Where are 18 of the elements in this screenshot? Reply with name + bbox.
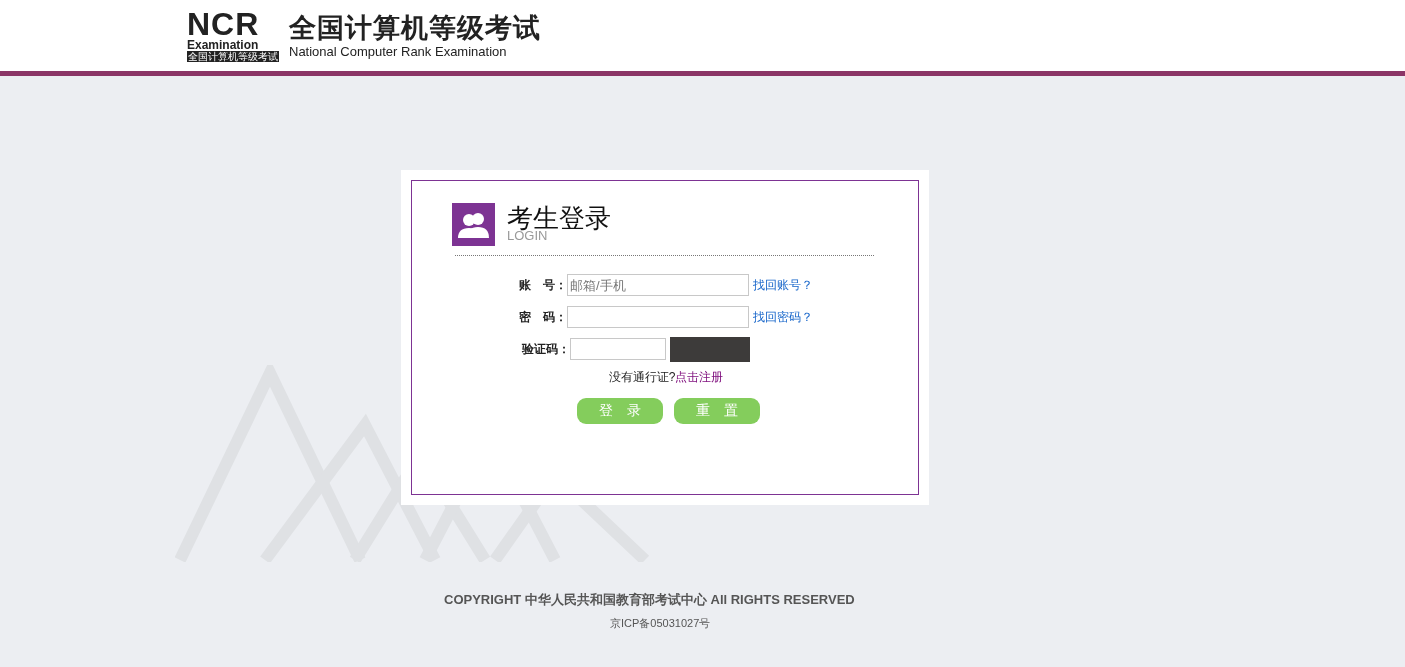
field-label: 账 号： [518,276,567,294]
field-label: 密 码： [518,308,567,326]
password-field[interactable] [567,306,749,328]
captcha-field[interactable] [570,338,666,360]
register-link[interactable]: 点击注册 [675,370,724,384]
captcha-image[interactable] [670,336,750,362]
recover-link[interactable]: 找回账号？ [753,276,813,294]
users-icon [452,203,495,246]
register-prompt: 没有通行证?点击注册 [607,369,725,386]
account-field[interactable]: 邮箱/手机 [567,274,749,296]
logo: NCR Examination 全国计算机等级考试 [187,9,279,62]
icp-number: 京ICP备05031027号 [610,616,711,631]
login-subtitle: LOGIN [507,230,548,242]
field-label: 验证码： [520,340,570,358]
recover-link[interactable]: 找回密码？ [753,308,813,326]
copyright-text: COPYRIGHT 中华人民共和国教育部考试中心 All RIGHTS RESERVED [444,591,855,609]
site-subtitle: National Computer Rank Examination [289,44,508,59]
site-title: 全国计算机等级考试 [289,12,541,44]
